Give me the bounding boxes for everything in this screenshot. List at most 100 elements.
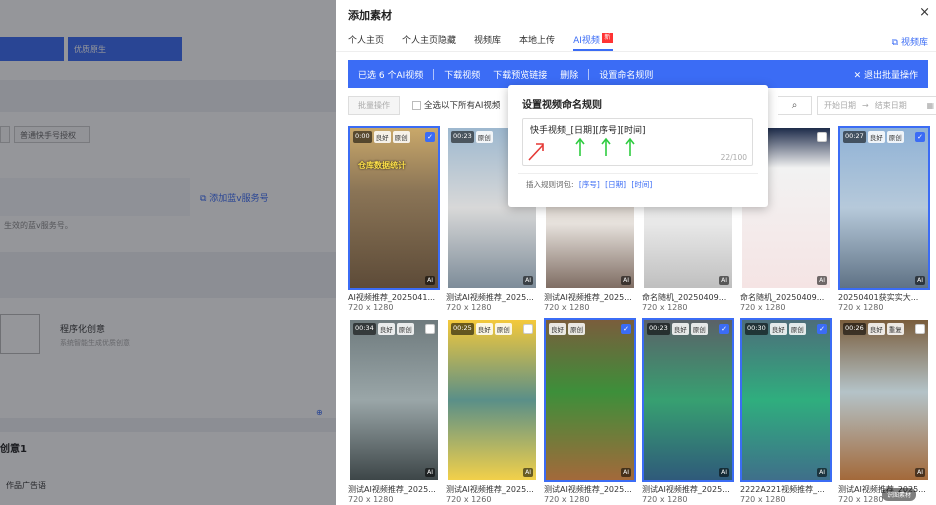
thumbnail-image: [840, 128, 928, 288]
select-checkbox[interactable]: ✓: [621, 324, 631, 334]
batch-operation-button[interactable]: 批量操作: [348, 96, 400, 115]
ai-badge: AI: [523, 468, 533, 477]
video-card[interactable]: 0:00 良好 原创 仓库数据统计 ✓ AI AI视频推荐_2025041... 720 x …: [348, 126, 440, 312]
tab-bar: 个人主页 个人主页隐藏 视频库 本地上传 AI视频新: [348, 33, 631, 51]
green-arrow-icon: [601, 137, 611, 156]
origin-badge: 原创: [886, 131, 904, 143]
video-card[interactable]: 00:25 良好 原创 AI 测试AI视频推荐_2025... 720 x 1260: [446, 318, 538, 504]
thumbnail-image: [350, 320, 438, 480]
video-thumbnail[interactable]: 0:00 良好 原创 仓库数据统计 ✓ AI: [348, 126, 440, 290]
tab-personal-hidden[interactable]: 个人主页隐藏: [402, 33, 456, 51]
video-thumbnail[interactable]: 00:26 良好 重复 AI: [838, 318, 930, 482]
tab-local-upload[interactable]: 本地上传: [519, 33, 555, 51]
delete-button[interactable]: 删除: [560, 68, 578, 81]
thumbnail-image: [350, 128, 438, 288]
video-size: 720 x 1280: [740, 495, 786, 504]
video-size: 720 x 1280: [446, 303, 492, 312]
insert-token-seq[interactable]: [序号]: [579, 180, 600, 189]
quality-badge: 原创: [475, 131, 493, 143]
quality-badge: 良好: [867, 323, 885, 335]
origin-badge: 原创: [396, 323, 414, 335]
modal-backdrop[interactable]: [0, 0, 336, 505]
tab-divider: [336, 51, 936, 52]
duration-badge: 00:30: [745, 323, 768, 335]
thumbnail-image: [742, 320, 830, 480]
close-icon[interactable]: ×: [919, 5, 930, 20]
search-icon[interactable]: ⌕: [778, 96, 812, 115]
quality-badge: 良好: [671, 323, 689, 335]
video-name: 测试AI视频推荐_2025...: [544, 485, 632, 494]
download-link-button[interactable]: 下载预览链接: [493, 68, 547, 81]
ai-badge: AI: [915, 276, 925, 285]
ai-badge: AI: [523, 276, 533, 285]
select-all-checkbox[interactable]: 全选以下所有AI视频: [412, 99, 500, 111]
close-icon: ✕: [853, 70, 862, 81]
green-arrow-icon: [575, 137, 585, 156]
green-arrow-icon: [625, 137, 635, 156]
video-badges: 00:23 良好 原创: [647, 323, 708, 335]
date-range-picker[interactable]: 开始日期 → 结束日期 ▦: [817, 96, 936, 115]
select-checkbox[interactable]: [523, 324, 533, 334]
insert-token-date[interactable]: [日期]: [605, 180, 626, 189]
select-checkbox[interactable]: [817, 132, 827, 142]
ai-badge: AI: [817, 276, 827, 285]
popup-divider: [518, 173, 758, 174]
exit-bulk-button[interactable]: ✕ 退出批量操作: [854, 68, 918, 81]
video-thumbnail[interactable]: 00:27 良好 原创 ✓ AI: [838, 126, 930, 290]
insert-token-time[interactable]: [时间]: [631, 180, 652, 189]
video-name: 测试AI视频推荐_2025...: [642, 485, 730, 494]
ai-badge: AI: [719, 276, 729, 285]
video-name: 测试AI视频推荐_2025...: [446, 293, 534, 302]
origin-badge: 重复: [886, 323, 904, 335]
video-card[interactable]: 00:27 良好 原创 ✓ AI 20250401获实实大... 720 x 1280: [838, 126, 930, 312]
naming-rule-input[interactable]: 快手视频_[日期][序号][时间] 22/100: [522, 118, 753, 166]
video-thumbnail[interactable]: 00:25 良好 原创 AI: [446, 318, 538, 482]
select-checkbox[interactable]: ✓: [719, 324, 729, 334]
video-name: 2222A221视频推荐_...: [740, 485, 825, 494]
video-badges: 00:26 良好 重复: [843, 323, 904, 335]
video-card[interactable]: 00:34 良好 原创 AI 测试AI视频推荐_2025... 720 x 1280: [348, 318, 440, 504]
video-thumbnail[interactable]: 良好 原创 ✓ AI: [544, 318, 636, 482]
ai-badge: AI: [425, 276, 435, 285]
watermark: 识图素材: [881, 488, 916, 501]
selected-count: 已选 6 个AI视频: [358, 70, 424, 81]
duration-badge: 00:23: [451, 131, 474, 143]
ai-badge: AI: [621, 468, 631, 477]
download-video-button[interactable]: 下载视频: [444, 68, 480, 81]
video-card[interactable]: 00:30 良好 原创 ✓ AI 2222A221视频推荐_... 720 x 1280: [740, 318, 832, 504]
video-card[interactable]: 00:26 良好 重复 AI 测试AI视频推荐_2025... 720 x 1280: [838, 318, 930, 504]
tab-personal-home[interactable]: 个人主页: [348, 33, 384, 51]
video-size: 720 x 1280: [348, 495, 394, 504]
duration-badge: 00:23: [647, 323, 670, 335]
origin-badge: 原创: [392, 131, 410, 143]
video-thumbnail[interactable]: 00:30 良好 原创 ✓ AI: [740, 318, 832, 482]
select-checkbox[interactable]: ✓: [915, 132, 925, 142]
quality-badge: 良好: [373, 131, 391, 143]
select-checkbox[interactable]: [425, 324, 435, 334]
video-name: 测试AI视频推荐_2025...: [348, 485, 436, 494]
select-checkbox[interactable]: ✓: [817, 324, 827, 334]
video-thumbnail[interactable]: 00:23 良好 原创 ✓ AI: [642, 318, 734, 482]
ai-badge: AI: [621, 276, 631, 285]
red-arrow-icon: [528, 143, 544, 161]
origin-badge: 原创: [690, 323, 708, 335]
video-card[interactable]: 良好 原创 ✓ AI 测试AI视频推荐_2025... 720 x 1280: [544, 318, 636, 504]
thumbnail-image: [448, 320, 536, 480]
checkbox-icon: [412, 100, 421, 110]
video-size: 720 x 1280: [348, 303, 394, 312]
video-thumbnail[interactable]: 00:34 良好 原创 AI: [348, 318, 440, 482]
thumbnail-image: [840, 320, 928, 480]
select-checkbox[interactable]: ✓: [425, 132, 435, 142]
video-overlay-text: 仓库数据统计: [358, 161, 406, 170]
quality-badge: 良好: [377, 323, 395, 335]
video-card[interactable]: 00:23 良好 原创 ✓ AI 测试AI视频推荐_2025... 720 x 1280: [642, 318, 734, 504]
rename-rule-button[interactable]: 设置命名规则: [599, 68, 653, 81]
tab-video-library[interactable]: 视频库: [474, 33, 501, 51]
video-name: 测试AI视频推荐_2025...: [544, 293, 632, 302]
video-badges: 00:27 良好 原创: [843, 131, 904, 143]
video-library-link[interactable]: ⧉ 视频库: [892, 35, 928, 48]
select-checkbox[interactable]: [915, 324, 925, 334]
tab-ai-video[interactable]: AI视频新: [573, 33, 613, 51]
video-name: 命名随机_20250409...: [642, 293, 727, 302]
